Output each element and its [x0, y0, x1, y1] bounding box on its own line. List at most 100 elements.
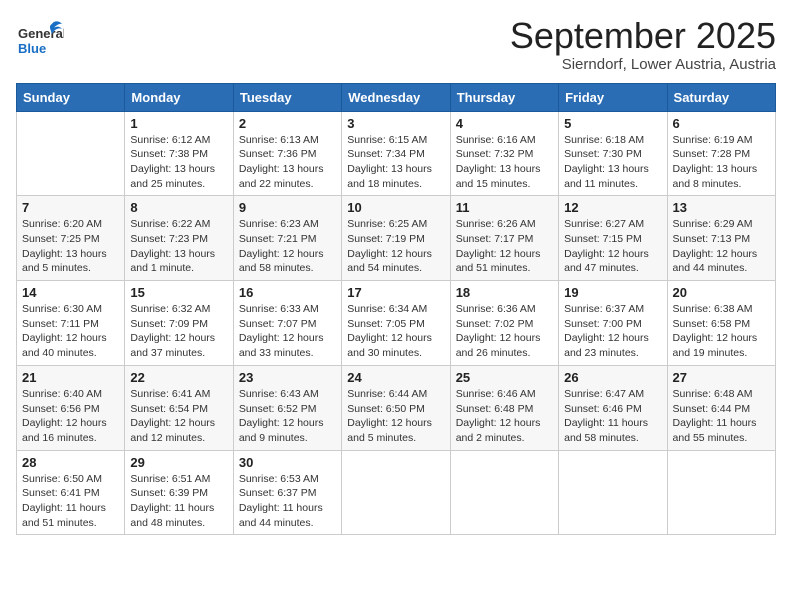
day-number: 18: [456, 285, 553, 300]
calendar-cell: 16 Sunrise: 6:33 AM Sunset: 7:07 PM Dayli…: [233, 281, 341, 366]
calendar-week-row: 21Sunrise: 6:40 AM Sunset: 6:56 PM Dayli…: [17, 365, 776, 450]
calendar-cell: 22 Sunrise: 6:41 AM Sunset: 6:54 PM Dayli…: [125, 365, 233, 450]
calendar-cell: 12 Sunrise: 6:27 AM Sunset: 7:15 PM Dayli…: [559, 196, 667, 281]
day-number: 7: [22, 200, 119, 215]
calendar-cell: [667, 450, 775, 535]
calendar-cell: 5 Sunrise: 6:18 AM Sunset: 7:30 PM Daylig…: [559, 111, 667, 196]
day-info: Sunrise: 6:25 AM Sunset: 7:19 PM Dayligh…: [347, 217, 444, 276]
day-number: 14: [22, 285, 119, 300]
day-number: 3: [347, 116, 444, 131]
logo: General Blue: [16, 16, 64, 69]
day-number: 17: [347, 285, 444, 300]
calendar-cell: 4 Sunrise: 6:16 AM Sunset: 7:32 PM Daylig…: [450, 111, 558, 196]
day-number: 20: [673, 285, 770, 300]
day-info: Sunrise: 6:51 AM Sunset: 6:39 PM Dayligh…: [130, 472, 227, 531]
weekday-header: Thursday: [450, 83, 558, 111]
day-number: 28: [22, 455, 119, 470]
calendar-cell: [342, 450, 450, 535]
calendar-week-row: 14 Sunrise: 6:30 AM Sunset: 7:11 PM Dayli…: [17, 281, 776, 366]
location-subtitle: Sierndorf, Lower Austria, Austria: [510, 56, 776, 73]
title-block: September 2025 Sierndorf, Lower Austria,…: [510, 16, 776, 73]
day-info: Sunrise: 6:38 AM Sunset: 6:58 PM Dayligh…: [673, 302, 770, 361]
calendar-cell: 10 Sunrise: 6:25 AM Sunset: 7:19 PM Dayli…: [342, 196, 450, 281]
calendar-cell: 13Sunrise: 6:29 AM Sunset: 7:13 PM Dayli…: [667, 196, 775, 281]
day-info: Sunrise: 6:36 AM Sunset: 7:02 PM Dayligh…: [456, 302, 553, 361]
day-number: 9: [239, 200, 336, 215]
calendar-cell: 17 Sunrise: 6:34 AM Sunset: 7:05 PM Dayli…: [342, 281, 450, 366]
calendar-cell: 8 Sunrise: 6:22 AM Sunset: 7:23 PM Daylig…: [125, 196, 233, 281]
calendar-cell: [450, 450, 558, 535]
calendar-cell: 25Sunrise: 6:46 AM Sunset: 6:48 PM Dayli…: [450, 365, 558, 450]
day-info: Sunrise: 6:43 AM Sunset: 6:52 PM Dayligh…: [239, 387, 336, 446]
day-number: 24: [347, 370, 444, 385]
day-info: Sunrise: 6:22 AM Sunset: 7:23 PM Dayligh…: [130, 217, 227, 276]
day-number: 11: [456, 200, 553, 215]
day-number: 6: [673, 116, 770, 131]
day-info: Sunrise: 6:19 AM Sunset: 7:28 PM Dayligh…: [673, 133, 770, 192]
day-info: Sunrise: 6:12 AM Sunset: 7:38 PM Dayligh…: [130, 133, 227, 192]
day-info: Sunrise: 6:16 AM Sunset: 7:32 PM Dayligh…: [456, 133, 553, 192]
day-info: Sunrise: 6:27 AM Sunset: 7:15 PM Dayligh…: [564, 217, 661, 276]
month-title: September 2025: [510, 16, 776, 56]
day-number: 29: [130, 455, 227, 470]
calendar-cell: 30 Sunrise: 6:53 AM Sunset: 6:37 PM Dayli…: [233, 450, 341, 535]
calendar-cell: 6 Sunrise: 6:19 AM Sunset: 7:28 PM Daylig…: [667, 111, 775, 196]
day-number: 10: [347, 200, 444, 215]
calendar-cell: 2Sunrise: 6:13 AM Sunset: 7:36 PM Daylig…: [233, 111, 341, 196]
day-info: Sunrise: 6:20 AM Sunset: 7:25 PM Dayligh…: [22, 217, 119, 276]
calendar-cell: 9 Sunrise: 6:23 AM Sunset: 7:21 PM Daylig…: [233, 196, 341, 281]
calendar-cell: 27Sunrise: 6:48 AM Sunset: 6:44 PM Dayli…: [667, 365, 775, 450]
calendar-cell: 28Sunrise: 6:50 AM Sunset: 6:41 PM Dayli…: [17, 450, 125, 535]
day-number: 27: [673, 370, 770, 385]
day-info: Sunrise: 6:33 AM Sunset: 7:07 PM Dayligh…: [239, 302, 336, 361]
weekday-header: Friday: [559, 83, 667, 111]
day-info: Sunrise: 6:34 AM Sunset: 7:05 PM Dayligh…: [347, 302, 444, 361]
day-info: Sunrise: 6:44 AM Sunset: 6:50 PM Dayligh…: [347, 387, 444, 446]
weekday-header: Monday: [125, 83, 233, 111]
day-info: Sunrise: 6:18 AM Sunset: 7:30 PM Dayligh…: [564, 133, 661, 192]
day-info: Sunrise: 6:30 AM Sunset: 7:11 PM Dayligh…: [22, 302, 119, 361]
day-number: 15: [130, 285, 227, 300]
weekday-header-row: SundayMondayTuesdayWednesdayThursdayFrid…: [17, 83, 776, 111]
day-info: Sunrise: 6:26 AM Sunset: 7:17 PM Dayligh…: [456, 217, 553, 276]
calendar-cell: 23Sunrise: 6:43 AM Sunset: 6:52 PM Dayli…: [233, 365, 341, 450]
day-info: Sunrise: 6:41 AM Sunset: 6:54 PM Dayligh…: [130, 387, 227, 446]
day-info: Sunrise: 6:37 AM Sunset: 7:00 PM Dayligh…: [564, 302, 661, 361]
day-number: 12: [564, 200, 661, 215]
calendar-cell: 18 Sunrise: 6:36 AM Sunset: 7:02 PM Dayli…: [450, 281, 558, 366]
day-number: 13: [673, 200, 770, 215]
calendar-cell: 19 Sunrise: 6:37 AM Sunset: 7:00 PM Dayli…: [559, 281, 667, 366]
calendar-cell: 14 Sunrise: 6:30 AM Sunset: 7:11 PM Dayli…: [17, 281, 125, 366]
calendar-cell: 26 Sunrise: 6:47 AM Sunset: 6:46 PM Dayli…: [559, 365, 667, 450]
weekday-header: Tuesday: [233, 83, 341, 111]
day-number: 19: [564, 285, 661, 300]
calendar-cell: 24 Sunrise: 6:44 AM Sunset: 6:50 PM Dayli…: [342, 365, 450, 450]
day-info: Sunrise: 6:40 AM Sunset: 6:56 PM Dayligh…: [22, 387, 119, 446]
day-number: 25: [456, 370, 553, 385]
calendar-cell: 20 Sunrise: 6:38 AM Sunset: 6:58 PM Dayli…: [667, 281, 775, 366]
day-number: 30: [239, 455, 336, 470]
page-header: General Blue September 2025 Sierndorf, L…: [16, 16, 776, 73]
svg-text:Blue: Blue: [18, 41, 46, 56]
day-number: 5: [564, 116, 661, 131]
calendar-week-row: 28Sunrise: 6:50 AM Sunset: 6:41 PM Dayli…: [17, 450, 776, 535]
day-number: 16: [239, 285, 336, 300]
day-info: Sunrise: 6:47 AM Sunset: 6:46 PM Dayligh…: [564, 387, 661, 446]
calendar-table: SundayMondayTuesdayWednesdayThursdayFrid…: [16, 83, 776, 536]
calendar-cell: [17, 111, 125, 196]
calendar-cell: 11 Sunrise: 6:26 AM Sunset: 7:17 PM Dayli…: [450, 196, 558, 281]
calendar-cell: 7 Sunrise: 6:20 AM Sunset: 7:25 PM Daylig…: [17, 196, 125, 281]
day-number: 22: [130, 370, 227, 385]
day-info: Sunrise: 6:13 AM Sunset: 7:36 PM Dayligh…: [239, 133, 336, 192]
day-number: 4: [456, 116, 553, 131]
calendar-week-row: 1Sunrise: 6:12 AM Sunset: 7:38 PM Daylig…: [17, 111, 776, 196]
day-info: Sunrise: 6:23 AM Sunset: 7:21 PM Dayligh…: [239, 217, 336, 276]
calendar-cell: [559, 450, 667, 535]
day-number: 8: [130, 200, 227, 215]
calendar-week-row: 7 Sunrise: 6:20 AM Sunset: 7:25 PM Daylig…: [17, 196, 776, 281]
calendar-cell: 15Sunrise: 6:32 AM Sunset: 7:09 PM Dayli…: [125, 281, 233, 366]
day-number: 26: [564, 370, 661, 385]
weekday-header: Sunday: [17, 83, 125, 111]
day-info: Sunrise: 6:15 AM Sunset: 7:34 PM Dayligh…: [347, 133, 444, 192]
day-info: Sunrise: 6:53 AM Sunset: 6:37 PM Dayligh…: [239, 472, 336, 531]
